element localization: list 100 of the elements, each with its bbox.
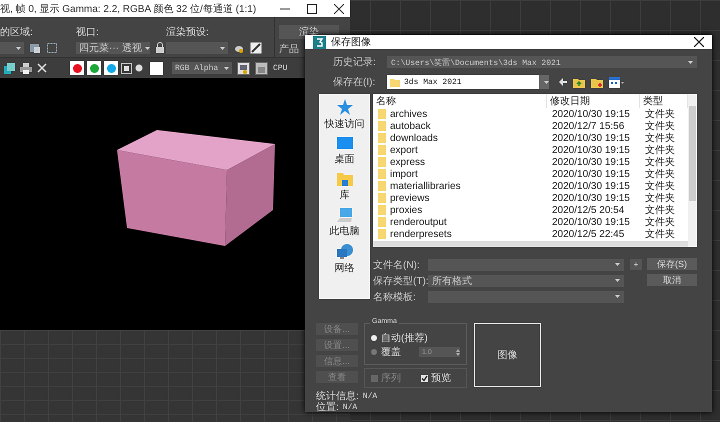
caret-icon — [612, 279, 620, 282]
preset-label: 渲染预设: — [166, 26, 210, 39]
places-item[interactable]: 网络 — [334, 243, 354, 276]
stats-value: N/A — [362, 392, 378, 401]
file-name[interactable]: import — [390, 168, 418, 180]
add-button[interactable]: + — [630, 259, 642, 270]
file-name[interactable]: downloads — [390, 132, 438, 144]
caret-icon — [612, 263, 620, 266]
window-title: 视, 帧 0, 显示 Gamma: 2.2, RGBA 颜色 32 位/每通道 (1:1) — [0, 2, 256, 16]
checkbox-label: 序列 — [381, 372, 401, 385]
view-menu-icon[interactable] — [609, 76, 624, 88]
dot-icon[interactable] — [135, 64, 143, 72]
file-name[interactable]: express — [390, 156, 426, 168]
viewport-dropdown[interactable]: 四元菜··· 透视 — [76, 42, 150, 54]
editor-icon[interactable] — [250, 42, 262, 54]
caret-icon — [217, 46, 225, 50]
column-header[interactable]: 修改日期 — [547, 94, 640, 108]
caret-icon — [221, 66, 229, 70]
computer-icon — [336, 208, 352, 222]
file-name[interactable]: renderoutput — [390, 216, 447, 228]
file-type: 文件夹 — [644, 108, 676, 120]
lock-icon[interactable] — [155, 42, 165, 54]
close-icon[interactable] — [694, 37, 704, 47]
folder-icon — [336, 172, 352, 186]
preview-label: 图像 — [498, 349, 518, 362]
back-arrow-icon[interactable] — [559, 78, 567, 86]
file-name[interactable]: previews — [390, 192, 430, 204]
file-name[interactable]: materiallibraries — [390, 180, 461, 192]
spinner-arrows-icon[interactable] — [453, 348, 460, 356]
checkbox[interactable] — [421, 374, 428, 382]
file-type: 文件夹 — [644, 180, 676, 192]
file-type: 文件夹 — [644, 156, 676, 168]
filename-field[interactable] — [428, 258, 624, 270]
radio-button[interactable] — [371, 335, 377, 341]
file-name[interactable]: export — [390, 144, 418, 156]
star-icon — [336, 99, 352, 115]
dialog-title: 保存图像 — [331, 36, 371, 49]
places-item[interactable]: 库 — [336, 171, 352, 203]
vertical-scrollbar[interactable] — [688, 94, 697, 247]
file-name[interactable]: autoback — [390, 120, 431, 132]
up-folder-icon[interactable] — [573, 76, 585, 88]
modified-date: 2020/10/30 19:15 — [551, 156, 631, 168]
column-header[interactable]: 名称 — [373, 94, 547, 108]
places-item[interactable]: 此电脑 — [330, 207, 360, 239]
caret-icon — [541, 80, 549, 84]
modified-date: 2020/10/30 19:15 — [551, 216, 631, 228]
color-swatch[interactable] — [150, 62, 163, 74]
modified-date: 2020/10/30 19:15 — [551, 144, 631, 156]
file-name[interactable]: archives — [390, 108, 428, 120]
cancel-button[interactable]: 取消 — [647, 274, 697, 286]
area-dropdown[interactable] — [0, 42, 24, 54]
file-name[interactable]: renderpresets — [390, 228, 452, 240]
caret-icon — [612, 295, 620, 298]
modified-date: 2020/10/30 19:15 — [551, 108, 631, 120]
copy-icon[interactable] — [4, 62, 15, 74]
file-type: 文件夹 — [644, 216, 676, 228]
display-mode-dropdown[interactable]: RGB Alpha — [172, 62, 232, 74]
modified-date: 2020/10/30 19:15 — [551, 168, 631, 180]
option-label: 自动(推荐) — [381, 332, 428, 345]
caret-icon — [685, 60, 693, 64]
file-name[interactable]: proxies — [390, 204, 422, 216]
print-icon[interactable] — [20, 62, 32, 74]
modified-date: 2020/10/30 19:15 — [551, 192, 631, 204]
file-type: 文件夹 — [644, 132, 676, 144]
file-type: 文件夹 — [644, 144, 676, 156]
network-icon — [336, 244, 352, 259]
viewport-label: 视口: — [76, 26, 100, 39]
file-type: 文件夹 — [644, 120, 676, 132]
places-item[interactable]: 桌面 — [334, 136, 354, 167]
modified-date: 2020/10/30 19:15 — [551, 132, 631, 144]
horizontal-scrollbar[interactable] — [373, 241, 688, 247]
filename-label: 文件名(N): — [373, 258, 421, 272]
file-type: 文件夹 — [644, 168, 676, 180]
new-folder-icon[interactable] — [591, 76, 603, 88]
folder-icon — [390, 78, 400, 86]
history-dropdown[interactable]: C:\Users\笑雷\Documents\3ds Max 2021 — [387, 56, 697, 68]
modified-date: 2020/10/30 19:15 — [551, 180, 631, 192]
close-icon[interactable] — [334, 4, 344, 14]
save-in-label: 保存在(I): — [332, 76, 376, 89]
template-label: 名称模板: — [373, 290, 417, 304]
desktop-icon — [336, 137, 352, 150]
type-dropdown[interactable]: 所有格式 — [428, 274, 624, 286]
save-button[interactable]: 保存(S) — [647, 258, 697, 270]
option-label: 覆盖 — [381, 346, 401, 359]
file-type: 文件夹 — [644, 192, 676, 204]
channel-button[interactable] — [70, 61, 84, 75]
maximize-icon[interactable] — [307, 4, 317, 14]
modified-date: 2020/12/5 20:54 — [551, 204, 626, 216]
file-type: 文件夹 — [644, 228, 676, 241]
caret-icon — [13, 46, 21, 50]
radio-button[interactable] — [371, 349, 377, 355]
save-in-dropdown[interactable]: 3ds Max 2021 — [387, 75, 549, 89]
channel-button[interactable] — [87, 61, 101, 75]
checkbox-label: 预览 — [431, 372, 451, 385]
places-item[interactable]: 快速访问 — [324, 98, 364, 132]
history-label: 历史记录: — [332, 56, 377, 69]
modified-date: 2020/12/7 15:56 — [551, 120, 626, 132]
area-label: 的区域: — [0, 26, 34, 39]
stats-label: 位置: — [316, 402, 339, 413]
crop-icon[interactable] — [46, 42, 58, 54]
